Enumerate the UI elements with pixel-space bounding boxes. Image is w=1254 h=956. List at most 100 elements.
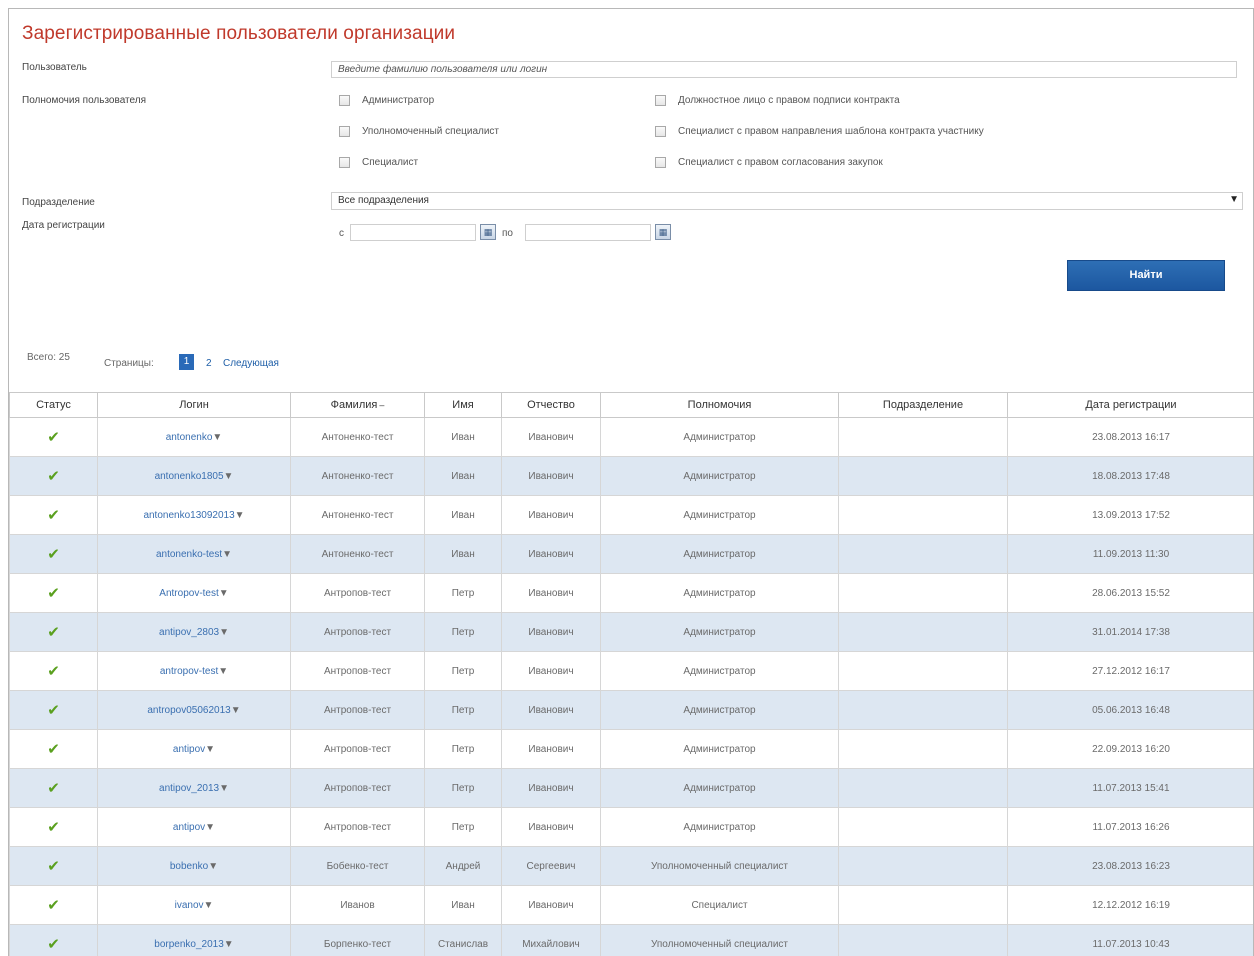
date-to-input[interactable] [525, 224, 651, 241]
date-from-label: с [339, 228, 344, 239]
column-header-patronymic[interactable]: Отчество [501, 392, 601, 418]
permission-checkbox-purchase-approver[interactable]: Специалист с правом согласования закупок [655, 157, 883, 168]
table-row[interactable]: ✔ antonenko-test▼ Антоненко-тест Иван Иванов… [9, 534, 1253, 574]
column-header-name[interactable]: Имя [424, 392, 502, 418]
active-check-icon: ✔ [47, 624, 60, 641]
login-cell: antonenko▼ [97, 417, 291, 457]
calendar-icon[interactable]: ▦ [480, 224, 496, 240]
login-link[interactable]: antropov-test [160, 666, 218, 677]
login-link[interactable]: borpenko_2013 [154, 939, 224, 950]
user-filter-label: Пользователь [22, 62, 87, 73]
login-link[interactable]: bobenko [170, 861, 208, 872]
login-link[interactable]: Antropov-test [159, 588, 218, 599]
department-select-value: Все подразделения [338, 195, 429, 206]
date-from-input[interactable] [350, 224, 476, 241]
table-row[interactable]: ✔ antipov▼ Антропов-тест Петр Иванович Админи… [9, 729, 1253, 769]
department-cell [838, 612, 1008, 652]
user-search-input[interactable]: Введите фамилию пользователя или логин [331, 61, 1237, 78]
table-row[interactable]: ✔ antonenko▼ Антоненко-тест Иван Иванович Адм… [9, 417, 1253, 457]
login-link[interactable]: antipov [173, 822, 205, 833]
table-row[interactable]: ✔ antipov▼ Антропов-тест Петр Иванович Админи… [9, 807, 1253, 847]
checkbox-box[interactable] [339, 126, 350, 137]
login-link[interactable]: antonenko [166, 432, 213, 443]
search-button[interactable]: Найти [1067, 260, 1225, 291]
row-menu-arrow-icon[interactable]: ▼ [204, 900, 214, 911]
row-menu-arrow-icon[interactable]: ▼ [235, 510, 245, 521]
login-link[interactable]: antropov05062013 [147, 705, 230, 716]
checkbox-label: Специалист [362, 157, 419, 168]
status-cell: ✔ [9, 807, 98, 847]
permission-checkbox-authorized-specialist[interactable]: Уполномоченный специалист [339, 126, 499, 137]
row-menu-arrow-icon[interactable]: ▼ [212, 432, 222, 443]
checkbox-box[interactable] [339, 157, 350, 168]
table-row[interactable]: ✔ antipov_2013▼ Антропов-тест Петр Иванович А… [9, 768, 1253, 808]
registration-date-cell: 31.01.2014 17:38 [1007, 612, 1253, 652]
role-cell: Администратор [600, 807, 839, 847]
role-cell: Администратор [600, 573, 839, 613]
table-row[interactable]: ✔ antropov-test▼ Антропов-тест Петр Иванович… [9, 651, 1253, 691]
patronymic-cell: Иванович [501, 573, 601, 613]
row-menu-arrow-icon[interactable]: ▼ [205, 744, 215, 755]
table-row[interactable]: ✔ ivanov▼ Иванов Иван Иванович Специалист 12.1… [9, 885, 1253, 925]
status-cell: ✔ [9, 924, 98, 956]
checkbox-label: Должностное лицо с правом подписи контра… [678, 95, 900, 106]
permission-checkbox-signatory[interactable]: Должностное лицо с правом подписи контра… [655, 95, 900, 106]
row-menu-arrow-icon[interactable]: ▼ [224, 939, 234, 950]
table-row[interactable]: ✔ bobenko▼ Бобенко-тест Андрей Сергеевич Упол… [9, 846, 1253, 886]
table-row[interactable]: ✔ borpenko_2013▼ Борпенко-тест Станислав Мих… [9, 924, 1253, 956]
patronymic-cell: Иванович [501, 729, 601, 769]
row-menu-arrow-icon[interactable]: ▼ [219, 588, 229, 599]
table-row[interactable]: ✔ antonenko1805▼ Антоненко-тест Иван Иванови… [9, 456, 1253, 496]
row-menu-arrow-icon[interactable]: ▼ [218, 666, 228, 677]
login-link[interactable]: antonenko-test [156, 549, 222, 560]
row-menu-arrow-icon[interactable]: ▼ [208, 861, 218, 872]
login-link[interactable]: antipov_2803 [159, 627, 219, 638]
login-link[interactable]: antonenko13092013 [143, 510, 234, 521]
row-menu-arrow-icon[interactable]: ▼ [224, 471, 234, 482]
column-header-status[interactable]: Статус [9, 392, 98, 418]
row-menu-arrow-icon[interactable]: ▼ [219, 627, 229, 638]
department-label: Подразделение [22, 197, 95, 208]
checkbox-box[interactable] [655, 95, 666, 106]
page-2-link[interactable]: 2 [206, 358, 212, 369]
surname-cell: Антропов-тест [290, 612, 425, 652]
column-header-department[interactable]: Подразделение [838, 392, 1008, 418]
column-header-login[interactable]: Логин [97, 392, 291, 418]
patronymic-cell: Иванович [501, 495, 601, 535]
login-link[interactable]: antipov_2013 [159, 783, 219, 794]
row-menu-arrow-icon[interactable]: ▼ [205, 822, 215, 833]
table-row[interactable]: ✔ antonenko13092013▼ Антоненко-тест Иван Ива… [9, 495, 1253, 535]
name-cell: Андрей [424, 846, 502, 886]
row-menu-arrow-icon[interactable]: ▼ [219, 783, 229, 794]
department-select[interactable]: Все подразделения ▼ [331, 192, 1243, 210]
role-cell: Администратор [600, 768, 839, 808]
login-link[interactable]: antipov [173, 744, 205, 755]
table-row[interactable]: ✔ antipov_2803▼ Антропов-тест Петр Иванович А… [9, 612, 1253, 652]
page-1-current[interactable]: 1 [179, 354, 194, 370]
patronymic-cell: Иванович [501, 534, 601, 574]
table-row[interactable]: ✔ Antropov-test▼ Антропов-тест Петр Иванович… [9, 573, 1253, 613]
surname-cell: Антропов-тест [290, 651, 425, 691]
row-menu-arrow-icon[interactable]: ▼ [222, 549, 232, 560]
checkbox-box[interactable] [339, 95, 350, 106]
permission-checkbox-template-sender[interactable]: Специалист с правом направления шаблона … [655, 126, 984, 137]
column-header-registration-date[interactable]: Дата регистрации [1007, 392, 1253, 418]
surname-cell: Борпенко-тест [290, 924, 425, 956]
login-link[interactable]: ivanov [175, 900, 204, 911]
column-header-role[interactable]: Полномочия [600, 392, 839, 418]
checkbox-box[interactable] [655, 157, 666, 168]
role-cell: Администратор [600, 534, 839, 574]
login-link[interactable]: antonenko1805 [155, 471, 224, 482]
permission-checkbox-specialist[interactable]: Специалист [339, 157, 418, 168]
active-check-icon: ✔ [47, 507, 60, 524]
table-row[interactable]: ✔ antropov05062013▼ Антропов-тест Петр Ивано… [9, 690, 1253, 730]
next-page-link[interactable]: Следующая [223, 358, 279, 369]
dropdown-arrow-icon[interactable]: ▼ [1229, 194, 1239, 205]
calendar-icon[interactable]: ▦ [655, 224, 671, 240]
checkbox-box[interactable] [655, 126, 666, 137]
login-cell: antipov▼ [97, 729, 291, 769]
login-cell: bobenko▼ [97, 846, 291, 886]
column-header-surname[interactable]: Фамилия – [290, 392, 425, 418]
row-menu-arrow-icon[interactable]: ▼ [231, 705, 241, 716]
permission-checkbox-admin[interactable]: Администратор [339, 95, 434, 106]
